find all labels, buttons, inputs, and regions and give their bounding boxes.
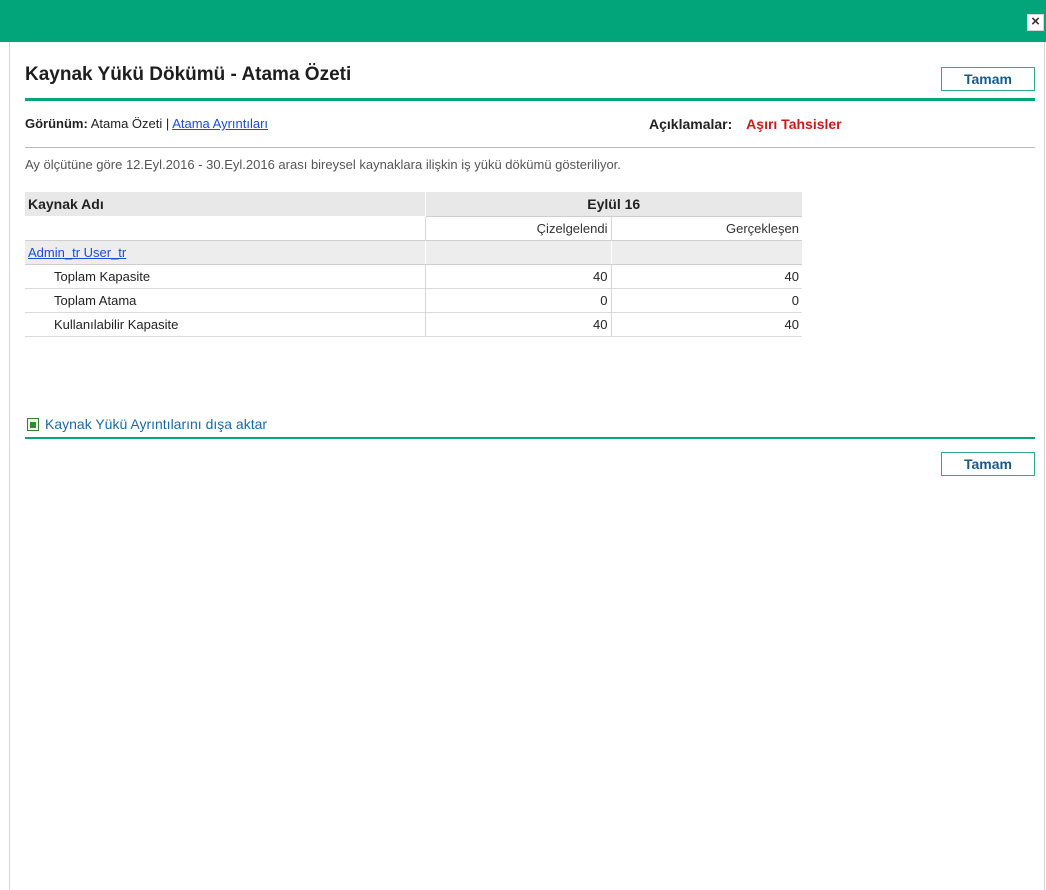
column-header-actual: Gerçekleşen (610, 216, 802, 240)
row-label: Kullanılabilir Kapasite (25, 312, 425, 337)
ok-button-bottom[interactable]: Tamam (941, 452, 1035, 476)
resource-row: Admin_tr User_tr (25, 239, 802, 265)
export-label: Kaynak Yükü Ayrıntılarını dışa aktar (45, 416, 268, 432)
row-scheduled-value: 40 (424, 312, 611, 337)
table-header-row: Kaynak Adı Eylül 16 (25, 192, 802, 217)
resource-scheduled-cell (424, 239, 611, 265)
subheader-blank (25, 216, 426, 240)
row-label: Toplam Kapasite (25, 264, 425, 289)
ok-button-top[interactable]: Tamam (941, 67, 1035, 91)
resource-load-table: Kaynak Adı Eylül 16 Çizelgelendi Gerçekl… (25, 192, 802, 337)
header-divider (25, 147, 1035, 148)
table-subheader-row: Çizelgelendi Gerçekleşen (25, 216, 802, 240)
row-label: Toplam Atama (25, 288, 425, 313)
dialog-border-right (1044, 42, 1045, 890)
column-header-month: Eylül 16 (425, 192, 802, 217)
row-scheduled-value: 40 (424, 264, 611, 289)
footer-divider (25, 437, 1035, 439)
view-separator: | (165, 116, 170, 131)
row-actual-value: 40 (610, 312, 802, 337)
legend: Açıklamalar: Aşırı Tahsisler (649, 116, 842, 132)
dialog-border-left (9, 42, 10, 890)
page-title: Kaynak Yükü Dökümü - Atama Özeti (25, 64, 352, 85)
excel-export-icon (27, 417, 39, 431)
title-divider (25, 98, 1035, 101)
table-row: Toplam Atama 0 0 (25, 288, 802, 313)
table-row: Kullanılabilir Kapasite 40 40 (25, 312, 802, 337)
row-actual-value: 0 (610, 288, 802, 313)
legend-label: Açıklamalar: (649, 116, 733, 132)
view-selector: Görünüm: Atama Özeti | Atama Ayrıntıları (25, 116, 268, 131)
export-link[interactable]: Kaynak Yükü Ayrıntılarını dışa aktar (27, 416, 267, 432)
resource-actual-cell (610, 239, 802, 265)
close-icon[interactable]: × (1027, 14, 1044, 31)
column-header-resource-name: Kaynak Adı (25, 192, 426, 216)
row-actual-value: 40 (610, 264, 802, 289)
view-current: Atama Özeti (90, 116, 163, 131)
view-label: Görünüm: (25, 116, 88, 131)
resource-name-cell: Admin_tr User_tr (25, 239, 425, 265)
table-row: Toplam Kapasite 40 40 (25, 264, 802, 289)
column-header-scheduled: Çizelgelendi (424, 216, 611, 240)
legend-overallocation: Aşırı Tahsisler (746, 116, 842, 132)
dialog-header-bar: × (0, 0, 1046, 42)
row-scheduled-value: 0 (424, 288, 611, 313)
assignment-details-link[interactable]: Atama Ayrıntıları (172, 116, 268, 131)
description-text: Ay ölçütüne göre 12.Eyl.2016 - 30.Eyl.20… (25, 157, 621, 172)
resource-link[interactable]: Admin_tr User_tr (28, 245, 126, 260)
